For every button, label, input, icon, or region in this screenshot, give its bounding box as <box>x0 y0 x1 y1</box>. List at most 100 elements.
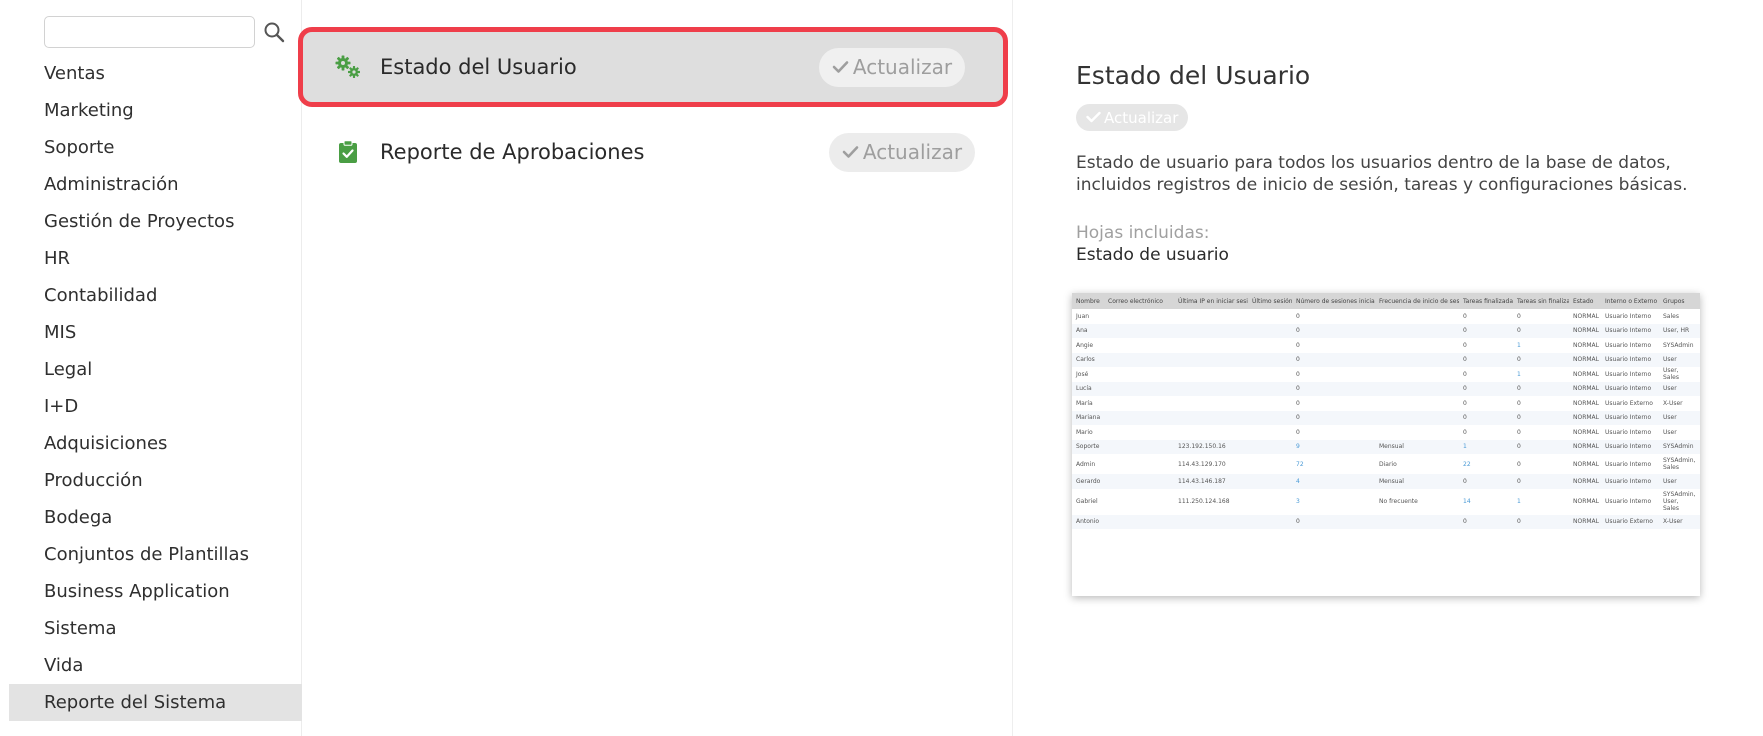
preview-table-cell: María <box>1076 399 1093 407</box>
preview-table-cell: NORMAL <box>1569 323 1601 338</box>
preview-table-cell: Mensual <box>1375 474 1459 489</box>
sidebar-item-produccion[interactable]: Producción <box>9 462 302 499</box>
sidebar-item-bodega[interactable]: Bodega <box>9 499 302 536</box>
sidebar-item-soporte[interactable]: Soporte <box>9 129 302 166</box>
sidebar-item-vida[interactable]: Vida <box>9 647 302 684</box>
detail-description: Estado de usuario para todos los usuario… <box>1076 153 1688 195</box>
preview-table-cell: Usuario Interno <box>1601 352 1659 367</box>
preview-table-row: Ana 0 0 0 NORMAL Usuario Interno User, HR <box>1072 323 1700 338</box>
preview-table-cell <box>1104 381 1174 396</box>
sidebar-item-business-application[interactable]: Business Application <box>9 573 302 610</box>
sidebar-item-reporte-del-sistema[interactable]: Reporte del Sistema <box>9 684 302 721</box>
preview-table-cell: 0 <box>1513 410 1569 425</box>
preview-table-cell <box>1104 367 1174 382</box>
sidebar-item-i-d[interactable]: I+D <box>9 388 302 425</box>
preview-table-cell: NORMAL <box>1573 460 1600 468</box>
preview-table-cell <box>1248 367 1292 382</box>
preview-table-cell <box>1174 514 1248 529</box>
preview-table-cell: SYSAdmin <box>1659 439 1700 454</box>
preview-table-cell: NORMAL <box>1573 399 1600 407</box>
preview-table-cell: Admin <box>1076 460 1096 468</box>
sidebar-item-mis[interactable]: MIS <box>9 314 302 351</box>
preview-column-header: Estado <box>1569 293 1601 309</box>
preview-table-cell: NORMAL <box>1573 312 1600 320</box>
sidebar-item-hr[interactable]: HR <box>9 240 302 277</box>
preview-header-row: Nombre Correo electrónico Última IP en ini… <box>1072 293 1700 309</box>
sidebar-item-legal[interactable]: Legal <box>9 351 302 388</box>
preview-table-cell: Usuario Interno <box>1601 381 1659 396</box>
preview-table-cell <box>1248 454 1292 474</box>
sidebar-item-administracion[interactable]: Administración <box>9 166 302 203</box>
preview-table-cell: User <box>1659 381 1700 396</box>
preview-table-cell: User, HR <box>1659 323 1700 338</box>
check-icon <box>1086 109 1101 127</box>
preview-table-cell: Carlos <box>1072 352 1104 367</box>
preview-table-cell: NORMAL <box>1569 381 1601 396</box>
preview-table-cell: User <box>1659 352 1700 367</box>
preview-table-cell: Sales <box>1663 312 1679 320</box>
update-button[interactable]: Actualizar <box>829 132 975 172</box>
preview-table-cell <box>1104 323 1174 338</box>
search-bar <box>44 16 289 48</box>
preview-table-cell: 1 <box>1517 498 1521 505</box>
sidebar-item-sistema[interactable]: Sistema <box>9 610 302 647</box>
sidebar-item-conjuntos-de-plantillas[interactable]: Conjuntos de Plantillas <box>9 536 302 573</box>
preview-table-cell <box>1375 338 1459 353</box>
preview-table-cell: Usuario Interno <box>1601 410 1659 425</box>
preview-table-cell: 0 <box>1292 323 1375 338</box>
detail-title: Estado del Usuario <box>1076 61 1311 90</box>
preview-table-cell: Usuario Interno <box>1601 474 1659 489</box>
preview-table-cell: 3 <box>1296 498 1300 505</box>
preview-table-cell: NORMAL <box>1569 410 1601 425</box>
preview-table-cell: Mariana <box>1072 410 1104 425</box>
preview-table-cell <box>1375 309 1459 324</box>
sidebar-item-adquisiciones[interactable]: Adquisiciones <box>9 425 302 462</box>
preview-column-header: Número de sesiones iniciadas <box>1292 293 1375 309</box>
preview-table-row: Gabriel 111.250.124.168 3 No frecuente 14 1 NO… <box>1072 489 1700 515</box>
preview-table-cell: 0 <box>1296 370 1300 378</box>
preview-table-cell <box>1248 396 1292 411</box>
preview-column-header: Interno o Externo <box>1601 293 1659 309</box>
preview-table-cell <box>1375 425 1459 440</box>
preview-table-cell <box>1174 425 1248 440</box>
sidebar-item-marketing[interactable]: Marketing <box>9 92 302 129</box>
preview-column-header: Último sesión <box>1248 293 1292 309</box>
preview-table-cell <box>1174 410 1248 425</box>
search-input[interactable] <box>44 16 255 48</box>
preview-table-row: Lucía 0 0 0 NORMAL Usuario Interno User <box>1072 381 1700 396</box>
preview-table-cell <box>1248 352 1292 367</box>
preview-table-cell: Usuario Interno <box>1601 439 1659 454</box>
report-list: Estado del Usuario Actualizar Reporte de… <box>298 0 1013 736</box>
preview-table-cell <box>1375 381 1459 396</box>
report-item-reporte-aprobaciones[interactable]: Reporte de Aprobaciones Actualizar <box>303 112 1013 192</box>
sidebar-item-gestion-de-proyectos[interactable]: Gestión de Proyectos <box>9 203 302 240</box>
preview-table-cell: NORMAL <box>1573 498 1600 505</box>
preview-table-cell: Usuario Interno <box>1605 370 1652 378</box>
preview-table-cell <box>1248 514 1292 529</box>
preview-table-cell: 1 <box>1517 370 1521 378</box>
preview-table-cell: NORMAL <box>1569 474 1601 489</box>
preview-table-cell: 0 <box>1517 399 1521 407</box>
preview-table-cell: Mario <box>1076 428 1093 436</box>
report-item-estado-usuario[interactable]: Estado del Usuario Actualizar <box>298 27 1008 107</box>
preview-column-header: Frecuencia de inicio de sesión <box>1375 293 1459 309</box>
preview-table-cell: 0 <box>1463 312 1467 320</box>
preview-table-cell <box>1248 381 1292 396</box>
sidebar-item-ventas[interactable]: Ventas <box>9 55 302 92</box>
search-icon[interactable] <box>259 17 289 47</box>
preview-table-cell: 1 <box>1517 341 1521 349</box>
update-button[interactable]: Actualizar <box>819 47 965 87</box>
preview-table-cell: 0 <box>1513 323 1569 338</box>
preview-table-cell: 0 <box>1459 410 1513 425</box>
preview-table-cell: SYSAdmin, User, Sales <box>1663 491 1696 512</box>
preview-column-header: Nombre <box>1072 293 1104 309</box>
sidebar-item-contabilidad[interactable]: Contabilidad <box>9 277 302 314</box>
preview-table-cell: NORMAL <box>1573 428 1600 436</box>
preview-table-cell: 0 <box>1513 352 1569 367</box>
preview-table-cell: Gabriel <box>1076 498 1098 505</box>
detail-update-button[interactable]: Actualizar <box>1076 104 1189 131</box>
preview-table-cell <box>1375 396 1459 411</box>
preview-table-cell <box>1104 338 1174 353</box>
preview-table-row: Soporte 123.192.150.16 9 Mensual 1 0 NORMAL Usu… <box>1072 439 1700 454</box>
preview-table-cell: 0 <box>1459 381 1513 396</box>
